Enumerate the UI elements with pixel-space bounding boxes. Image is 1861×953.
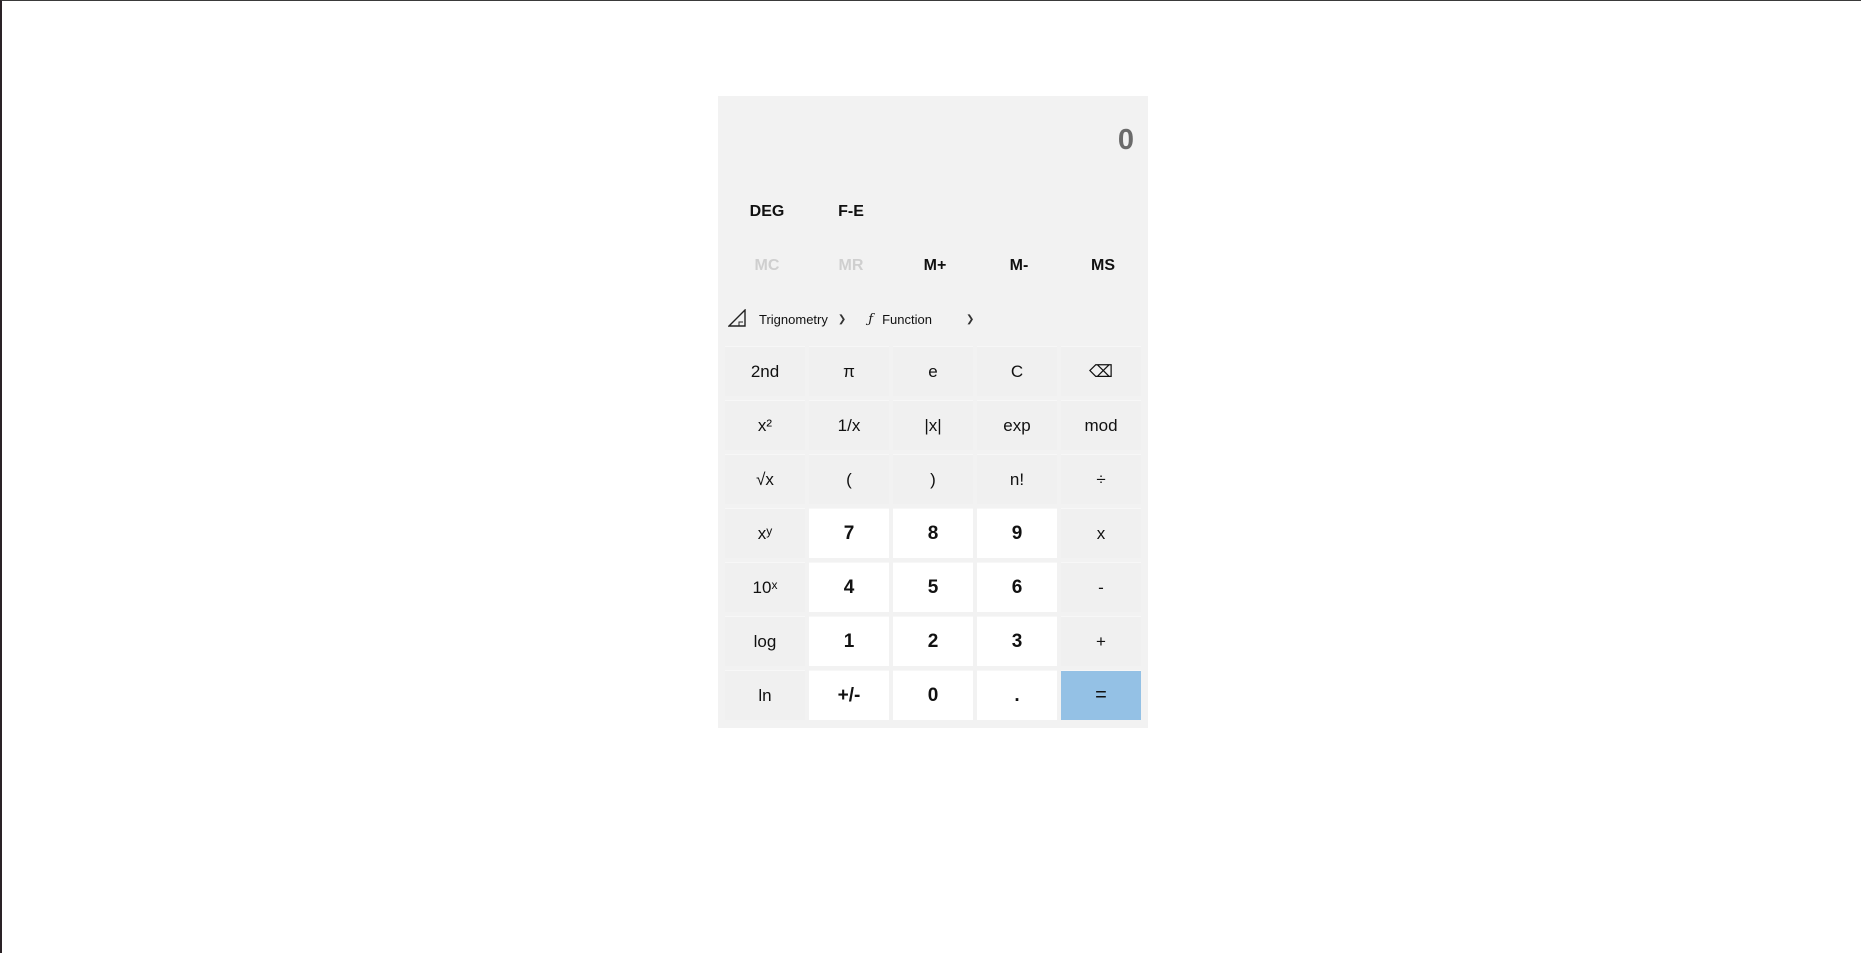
trigonometry-label: Trignometry xyxy=(759,311,828,327)
right-paren-button[interactable]: ) xyxy=(893,454,973,504)
memory-clear-button[interactable]: MC xyxy=(725,251,809,281)
angle-mode-button[interactable]: DEG xyxy=(725,197,809,227)
backspace-button[interactable]: ⌫ xyxy=(1061,346,1141,396)
memory-add-button[interactable]: M+ xyxy=(893,251,977,281)
keypad: 2nd π e C ⌫ x² 1/x |x| exp mod √x ( ) n!… xyxy=(725,346,1141,720)
mod-button[interactable]: mod xyxy=(1061,400,1141,450)
ten-power-button[interactable]: 10 x xyxy=(725,562,805,612)
function-menus: Trignometry ❯ ƒ Function ❯ xyxy=(727,306,974,332)
euler-button[interactable]: e xyxy=(893,346,973,396)
digit-5-button[interactable]: 5 xyxy=(893,562,973,612)
result-display: 0 xyxy=(1117,124,1134,156)
negate-button[interactable]: +/- xyxy=(809,670,889,720)
fe-toggle-button[interactable]: F-E xyxy=(809,197,893,227)
digit-0-button[interactable]: 0 xyxy=(893,670,973,720)
power-base: x xyxy=(757,523,767,543)
square-button[interactable]: x² xyxy=(725,400,805,450)
digit-8-button[interactable]: 8 xyxy=(893,508,973,558)
reciprocal-button[interactable]: 1/x xyxy=(809,400,889,450)
function-label: Function xyxy=(882,311,932,327)
subtract-button[interactable]: - xyxy=(1061,562,1141,612)
absolute-button[interactable]: |x| xyxy=(893,400,973,450)
digit-1-button[interactable]: 1 xyxy=(809,616,889,666)
chevron-down-icon: ❯ xyxy=(837,313,847,325)
memory-store-button[interactable]: MS xyxy=(1061,251,1145,281)
memory-subtract-button[interactable]: M- xyxy=(977,251,1061,281)
left-paren-button[interactable]: ( xyxy=(809,454,889,504)
calculator: 0 DEG F-E MC MR M+ M- MS Trignometry ❯ ƒ… xyxy=(718,96,1148,728)
digit-9-button[interactable]: 9 xyxy=(977,508,1057,558)
trigonometry-dropdown[interactable]: Trignometry ❯ xyxy=(727,306,847,332)
multiply-button[interactable]: x xyxy=(1061,508,1141,558)
decimal-button[interactable]: . xyxy=(977,670,1057,720)
factorial-button[interactable]: n! xyxy=(977,454,1057,504)
power-exponent: y xyxy=(766,523,773,538)
triangle-ruler-icon xyxy=(727,307,746,330)
digit-7-button[interactable]: 7 xyxy=(809,508,889,558)
memory-row: MC MR M+ M- MS xyxy=(725,251,1145,281)
backspace-icon: ⌫ xyxy=(1088,361,1114,381)
divide-button[interactable]: ÷ xyxy=(1061,454,1141,504)
function-icon: ƒ xyxy=(868,311,874,327)
power-button[interactable]: xy xyxy=(725,508,805,558)
function-dropdown[interactable]: ƒ Function ❯ xyxy=(868,306,974,332)
pi-button[interactable]: π xyxy=(809,346,889,396)
digit-6-button[interactable]: 6 xyxy=(977,562,1057,612)
memory-recall-button[interactable]: MR xyxy=(809,251,893,281)
equals-button[interactable]: = xyxy=(1061,670,1141,720)
chevron-down-icon: ❯ xyxy=(965,313,975,325)
clear-button[interactable]: C xyxy=(977,346,1057,396)
digit-2-button[interactable]: 2 xyxy=(893,616,973,666)
ten-power-base: 10 xyxy=(752,577,772,597)
second-button[interactable]: 2nd xyxy=(725,346,805,396)
sqrt-button[interactable]: √x xyxy=(725,454,805,504)
digit-4-button[interactable]: 4 xyxy=(809,562,889,612)
exp-button[interactable]: exp xyxy=(977,400,1057,450)
digit-3-button[interactable]: 3 xyxy=(977,616,1057,666)
ten-power-exponent: x xyxy=(771,577,778,592)
log-button[interactable]: log xyxy=(725,616,805,666)
add-button[interactable]: + xyxy=(1061,616,1141,666)
ln-button[interactable]: ln xyxy=(725,670,805,720)
